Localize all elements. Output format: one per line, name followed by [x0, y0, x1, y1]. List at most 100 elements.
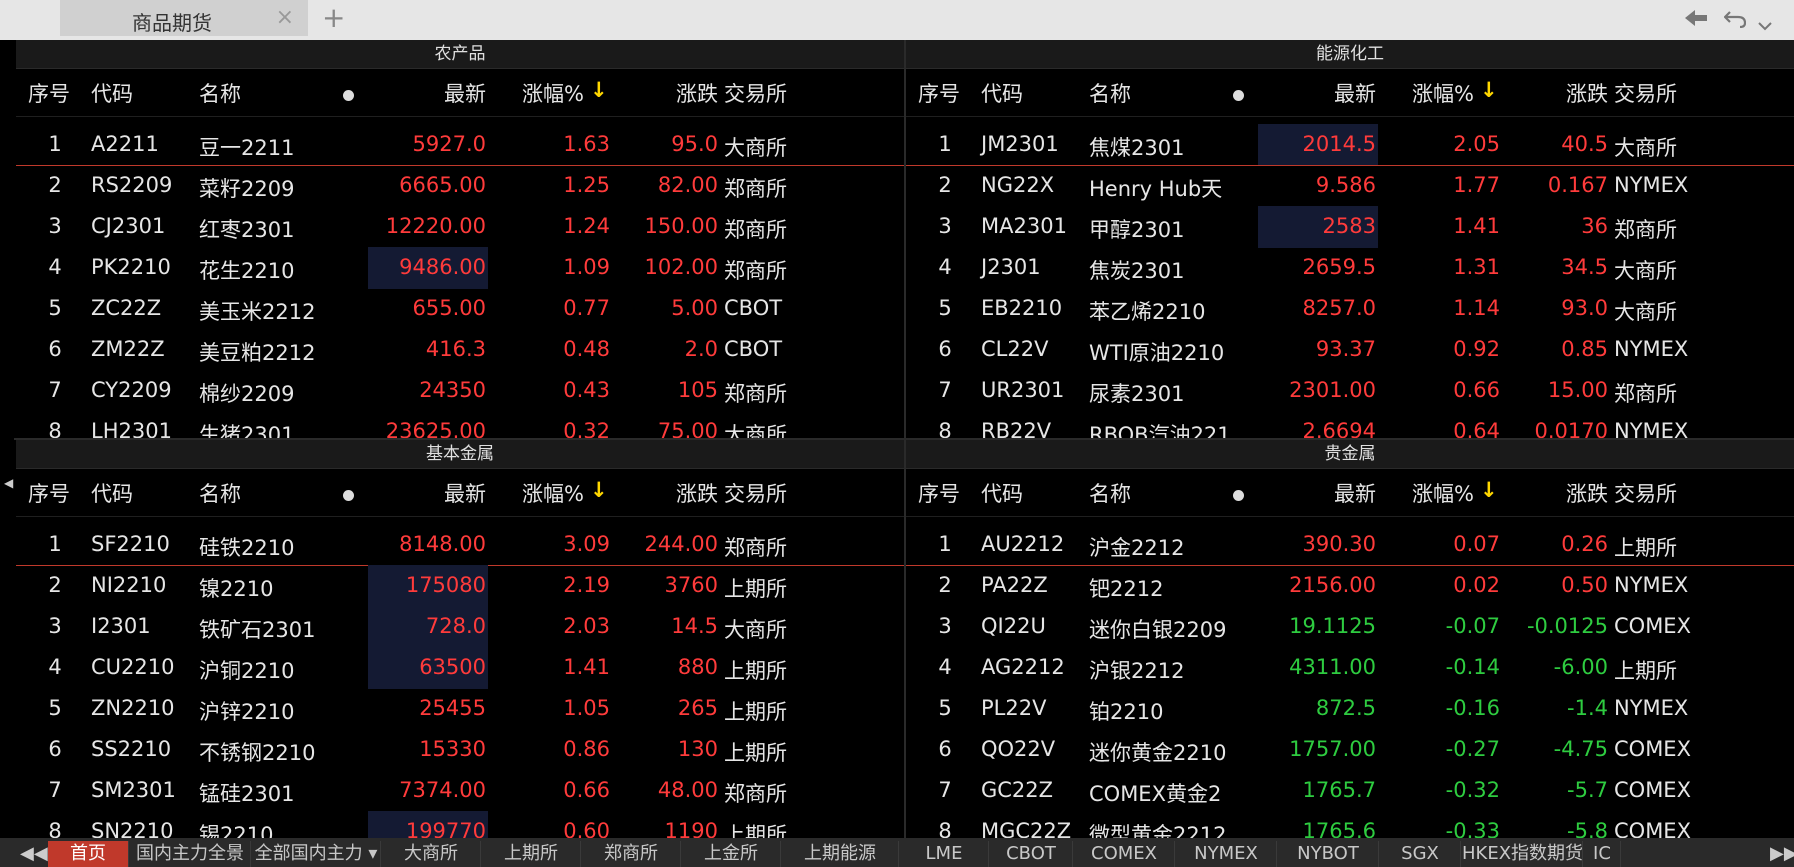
table-row[interactable]: 6 ZM22Z 美豆粕2212 416.3 0.48 2.0 CBOT: [16, 329, 904, 371]
table-row[interactable]: 5 EB2210 苯乙烯2210 8257.0 1.14 93.0 大商所: [906, 288, 1794, 330]
bottom-tab[interactable]: 上金所: [682, 841, 781, 867]
row-name: 铂2210: [1089, 700, 1164, 724]
header-code[interactable]: 代码: [981, 478, 1023, 508]
column-toggle-dot-icon[interactable]: [343, 490, 354, 501]
tab-commodity-futures[interactable]: 商品期货 ×: [60, 0, 308, 36]
header-name[interactable]: 名称: [1089, 478, 1131, 508]
column-toggle-dot-icon[interactable]: [343, 90, 354, 101]
column-toggle-dot-icon[interactable]: [1233, 490, 1244, 501]
table-row[interactable]: 5 PL22V 铂2210 872.5 -0.16 -1.4 NYMEX: [906, 688, 1794, 730]
close-icon[interactable]: ×: [276, 5, 294, 30]
table-row[interactable]: 8 SN2210 锡2210 199770 0.60 1190 上期所: [16, 811, 904, 838]
bottom-tab[interactable]: NYBOT: [1278, 841, 1379, 867]
add-tab-icon[interactable]: +: [322, 2, 345, 34]
header-pct[interactable]: 涨幅%: [1412, 478, 1474, 508]
header-pct[interactable]: 涨幅%: [1412, 78, 1474, 108]
table-row[interactable]: 7 SM2301 锰硅2301 7374.00 0.66 48.00 郑商所: [16, 770, 904, 812]
bottom-tab[interactable]: HKEX指数期货 ▾: [1462, 841, 1583, 867]
table-row[interactable]: 3 MA2301 甲醇2301 2583 1.41 36 郑商所: [906, 206, 1794, 248]
dropdown-icon[interactable]: [1758, 12, 1772, 37]
bottom-tab[interactable]: COMEX: [1074, 841, 1175, 867]
header-seq[interactable]: 序号: [918, 78, 960, 108]
row-pct: 0.64: [1453, 419, 1500, 438]
row-seq: 7: [48, 778, 62, 802]
bottom-tab[interactable]: LME: [900, 841, 989, 867]
collapse-left-icon[interactable]: ◀: [4, 476, 13, 490]
sort-desc-icon[interactable]: ↓: [1480, 478, 1498, 502]
sort-desc-icon[interactable]: ↓: [590, 78, 608, 102]
table-row[interactable]: 6 CL22V WTI原油2210 93.37 0.92 0.85 NYMEX: [906, 329, 1794, 371]
table-row[interactable]: 7 CY2209 棉纱2209 24350 0.43 105 郑商所: [16, 370, 904, 412]
header-change[interactable]: 涨跌: [1566, 478, 1608, 508]
table-row[interactable]: 1 A2211 豆一2211 5927.0 1.63 95.0 大商所: [16, 124, 904, 166]
header-seq[interactable]: 序号: [918, 478, 960, 508]
table-row[interactable]: 2 PA22Z 钯2212 2156.00 0.02 0.50 NYMEX: [906, 565, 1794, 607]
header-exchange[interactable]: 交易所: [724, 478, 787, 508]
table-row[interactable]: 4 CU2210 沪铜2210 63500 1.41 880 上期所: [16, 647, 904, 689]
header-seq[interactable]: 序号: [28, 478, 70, 508]
bottom-tab[interactable]: 上期能源: [782, 841, 899, 867]
table-row[interactable]: 2 RS2209 菜籽2209 6665.00 1.25 82.00 郑商所: [16, 165, 904, 207]
header-change[interactable]: 涨跌: [1566, 78, 1608, 108]
header-pct[interactable]: 涨幅%: [522, 478, 584, 508]
header-last[interactable]: 最新: [444, 478, 486, 508]
bottom-tab[interactable]: 上期所: [482, 841, 581, 867]
table-row[interactable]: 4 AG2212 沪银2212 4311.00 -0.14 -6.00 上期所: [906, 647, 1794, 689]
prev-page-icon[interactable]: ◀◀: [20, 841, 48, 867]
bottom-tab[interactable]: 大商所: [382, 841, 481, 867]
table-row[interactable]: 5 ZC22Z 美玉米2212 655.00 0.77 5.00 CBOT: [16, 288, 904, 330]
header-pct[interactable]: 涨幅%: [522, 78, 584, 108]
table-row[interactable]: 1 SF2210 硅铁2210 8148.00 3.09 244.00 郑商所: [16, 524, 904, 566]
bottom-tab[interactable]: SGX: [1380, 841, 1461, 867]
table-row[interactable]: 2 NI2210 镍2210 175080 2.19 3760 上期所: [16, 565, 904, 607]
header-exchange[interactable]: 交易所: [1614, 78, 1677, 108]
header-exchange[interactable]: 交易所: [1614, 478, 1677, 508]
undo-icon[interactable]: [1723, 8, 1747, 34]
table-row[interactable]: 3 CJ2301 红枣2301 12220.00 1.24 150.00 郑商所: [16, 206, 904, 248]
title-bar: 商品期货 × +: [0, 0, 1794, 40]
table-row[interactable]: 4 J2301 焦炭2301 2659.5 1.31 34.5 大商所: [906, 247, 1794, 289]
table-row[interactable]: 3 I2301 铁矿石2301 728.0 2.03 14.5 大商所: [16, 606, 904, 648]
header-name[interactable]: 名称: [199, 78, 241, 108]
table-row[interactable]: 5 ZN2210 沪锌2210 25455 1.05 265 上期所: [16, 688, 904, 730]
header-code[interactable]: 代码: [91, 78, 133, 108]
bottom-tab[interactable]: 国内主力全景: [130, 841, 251, 867]
sort-desc-icon[interactable]: ↓: [590, 478, 608, 502]
bottom-tab[interactable]: CBOT: [990, 841, 1073, 867]
header-code[interactable]: 代码: [981, 78, 1023, 108]
row-name: 迷你黄金2210: [1089, 741, 1227, 765]
header-seq[interactable]: 序号: [28, 78, 70, 108]
header-change[interactable]: 涨跌: [676, 78, 718, 108]
header-name[interactable]: 名称: [199, 478, 241, 508]
bottom-tab[interactable]: IC: [1584, 841, 1621, 867]
next-page-icon[interactable]: ▶▶: [1770, 841, 1794, 867]
table-row[interactable]: 1 JM2301 焦煤2301 2014.5 2.05 40.5 大商所: [906, 124, 1794, 166]
bottom-tab[interactable]: 郑商所: [582, 841, 681, 867]
row-code: SS2210: [91, 737, 172, 761]
table-row[interactable]: 7 GC22Z COMEX黄金2 1765.7 -0.32 -5.7 COMEX: [906, 770, 1794, 812]
table-row[interactable]: 8 LH2301 生猪2301 23625.00 0.32 75.00 大商所: [16, 411, 904, 438]
table-row[interactable]: 8 RB22V RBOB汽油221 2.6694 0.64 0.0170 NYMEX: [906, 411, 1794, 438]
sort-desc-icon[interactable]: ↓: [1480, 78, 1498, 102]
header-exchange[interactable]: 交易所: [724, 78, 787, 108]
header-name[interactable]: 名称: [1089, 78, 1131, 108]
bottom-tab[interactable]: 全部国内主力 ▾: [252, 841, 381, 867]
header-change[interactable]: 涨跌: [676, 478, 718, 508]
table-row[interactable]: 3 QI22U 迷你白银2209 19.1125 -0.07 -0.0125 COMEX: [906, 606, 1794, 648]
table-row[interactable]: 8 MGC22Z 微型黄金2212 1765.6 -0.33 -5.8 COMEX: [906, 811, 1794, 838]
column-toggle-dot-icon[interactable]: [1233, 90, 1244, 101]
table-row[interactable]: 6 QO22V 迷你黄金2210 1757.00 -0.27 -4.75 COMEX: [906, 729, 1794, 771]
header-last[interactable]: 最新: [444, 78, 486, 108]
table-row[interactable]: 2 NG22X Henry Hub天 9.586 1.77 0.167 NYMEX: [906, 165, 1794, 207]
table-row[interactable]: 7 UR2301 尿素2301 2301.00 0.66 15.00 郑商所: [906, 370, 1794, 412]
back-icon[interactable]: [1683, 8, 1709, 33]
header-code[interactable]: 代码: [91, 478, 133, 508]
table-row[interactable]: 4 PK2210 花生2210 9486.00 1.09 102.00 郑商所: [16, 247, 904, 289]
table-row[interactable]: 1 AU2212 沪金2212 390.30 0.07 0.26 上期所: [906, 524, 1794, 566]
row-exchange: 郑商所: [724, 782, 787, 806]
bottom-tab[interactable]: NYMEX: [1176, 841, 1277, 867]
header-last[interactable]: 最新: [1334, 478, 1376, 508]
bottom-tab[interactable]: 首页: [48, 841, 129, 867]
header-last[interactable]: 最新: [1334, 78, 1376, 108]
table-row[interactable]: 6 SS2210 不锈钢2210 15330 0.86 130 上期所: [16, 729, 904, 771]
